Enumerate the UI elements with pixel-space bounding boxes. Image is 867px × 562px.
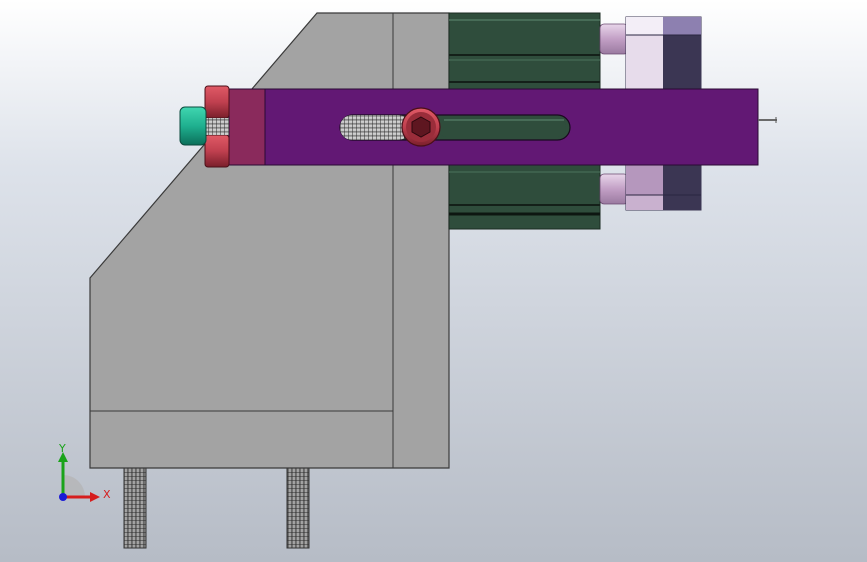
bolt-head-upper[interactable] bbox=[204, 85, 230, 119]
guide-rod-lower[interactable] bbox=[599, 173, 629, 205]
cad-3d-viewport[interactable]: Y X bbox=[0, 0, 867, 562]
right-pin[interactable] bbox=[758, 117, 777, 123]
stopper[interactable] bbox=[179, 106, 207, 146]
triad-sector bbox=[63, 475, 85, 497]
adjustment-slot[interactable] bbox=[339, 114, 571, 141]
y-axis-label: Y bbox=[58, 442, 66, 455]
x-axis-label: X bbox=[103, 488, 111, 501]
bolt-thread bbox=[205, 118, 229, 135]
assembly-model[interactable] bbox=[0, 0, 867, 562]
mounting-screw-right[interactable] bbox=[286, 467, 310, 549]
mounting-screw-left[interactable] bbox=[123, 467, 147, 549]
guide-rod-upper[interactable] bbox=[599, 23, 629, 55]
x-axis-arrowhead bbox=[90, 492, 100, 502]
z-axis-dot bbox=[59, 493, 67, 501]
bolt-head-lower[interactable] bbox=[204, 134, 230, 168]
hex-cap-screw[interactable] bbox=[401, 107, 441, 147]
coordinate-triad: Y X bbox=[58, 442, 111, 502]
angle-bracket[interactable] bbox=[89, 12, 450, 469]
